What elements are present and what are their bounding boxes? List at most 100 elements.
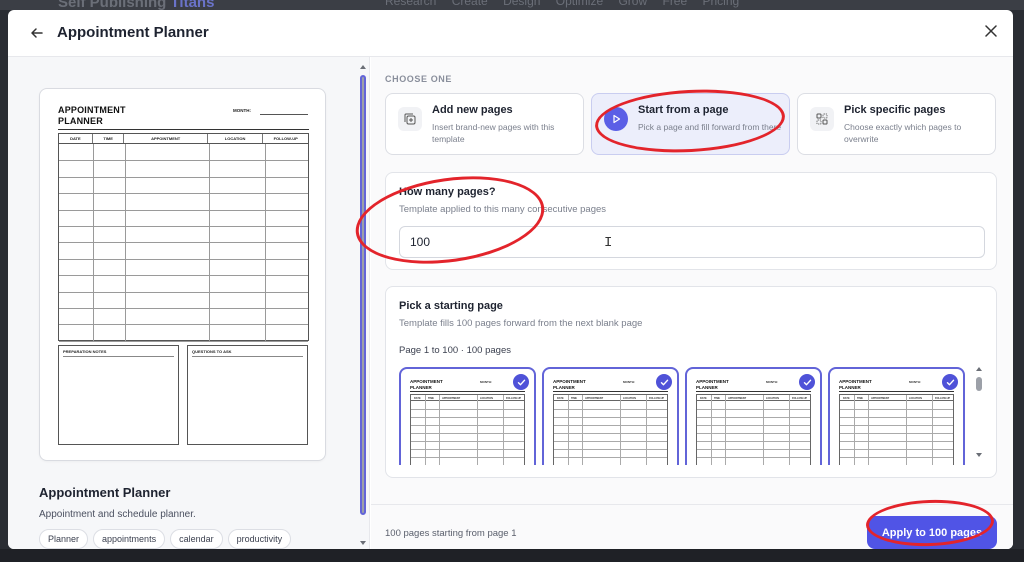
tag-chip[interactable]: calendar [170,529,223,549]
questions-label: QUESTIONS TO ASK [192,349,232,354]
page-thumbnail[interactable]: APPOINTMENT PLANNER MONTH: DATE TIME APPOINT… [828,367,965,465]
page-thumbnail[interactable]: APPOINTMENT PLANNER MONTH: DATE TIME APPOINT… [399,367,536,465]
planner-table-header: DATE TIME APPOINTMENT LOCATION FOLLOW-UP [59,134,308,144]
thumbnail-column-header: APPOINTMENT [728,396,747,400]
check-icon [942,374,958,390]
planner-page-preview: APPOINTMENT PLANNER MONTH: DATE TIME APP… [58,105,309,447]
thumbnail-row-line [554,441,667,442]
planner-column-header: LOCATION [208,134,264,143]
preview-scrollbar[interactable] [358,65,368,549]
close-icon [985,25,997,37]
close-button[interactable] [979,19,1003,43]
option-add-new-pages[interactable]: Add new pages Insert brand-new pages wit… [385,93,584,155]
planner-column-header: FOLLOW-UP [273,136,298,141]
thumbnail-rule [553,391,668,392]
thumbnail-column-header: LOCATION [623,396,636,400]
apply-summary: 100 pages starting from page 1 [385,528,517,539]
scrollbar-thumb[interactable] [976,377,982,391]
option-pick-specific-pages[interactable]: Pick specific pages Choose exactly which… [797,93,996,155]
thumbnail-month-label: MONTH: [766,380,778,384]
thumbnails-scrollbar[interactable] [974,365,984,461]
page-thumbnail[interactable]: APPOINTMENT PLANNER MONTH: DATE TIME APPOINT… [685,367,822,465]
scroll-down-icon[interactable] [360,541,366,545]
tag-chip[interactable]: productivity [227,529,292,549]
thumbnail-month-label: MONTH: [623,380,635,384]
thumbnail-column-line [906,395,907,465]
tag-chip[interactable]: appointments [93,529,166,549]
page-thumbnail[interactable]: APPOINTMENT PLANNER MONTH: DATE TIME APPOINT… [542,367,679,465]
grid-select-icon [810,107,834,131]
scroll-down-icon[interactable] [976,453,982,457]
background-nav-item: Design [503,0,541,8]
thumbnail-month-label: MONTH: [909,380,921,384]
thumbnail-row-line [840,433,953,434]
thumbnail-column-header: DATE [843,396,850,400]
thumbnail-title: APPOINTMENT PLANNER [553,379,586,390]
thumbnail-title: APPOINTMENT PLANNER [696,379,729,390]
thumbnail-row-line [840,449,953,450]
starting-page-title: Pick a starting page [399,300,503,312]
thumbnail-month-label: MONTH: [480,380,492,384]
thumbnail-column-header: FOLLOW-UP [506,396,522,400]
thumbnail-row-line [840,441,953,442]
background-bottom-bar [0,549,1024,562]
play-icon [604,107,628,131]
thumbnail-row-line [411,425,524,426]
thumbnail-column-line [425,395,426,465]
box-rule [192,356,303,357]
planner-column-line [209,144,210,341]
scroll-up-icon[interactable] [360,65,366,69]
background-nav: Research Create Design Optimize Grow Fre… [385,0,751,8]
arrow-left-icon [31,28,43,38]
thumbnail-rule [839,391,954,392]
thumbnail-table: DATE TIME APPOINTMENT LOCATION FOLLOW-UP [696,394,811,465]
scrollbar-thumb[interactable] [360,75,366,515]
thumbnail-row-line [411,457,524,458]
planner-row-line [59,275,308,277]
thumbnail-row-line [411,441,524,442]
background-nav-item: Create [451,0,488,8]
thumbnail-row-line [697,409,810,410]
page-thumbnails: APPOINTMENT PLANNER MONTH: DATE TIME APPOINT… [399,367,969,465]
tag-chip[interactable]: Planner [39,529,89,549]
how-many-description: Template applied to this many consecutiv… [399,204,607,215]
check-icon [513,374,529,390]
thumbnail-column-line [582,395,583,465]
apply-button[interactable]: Apply to 100 pages [867,516,997,549]
thumbnail-column-header: APPOINTMENT [442,396,461,400]
template-preview-card: APPOINTMENT PLANNER MONTH: DATE TIME APP… [39,88,326,461]
page-count-input[interactable] [399,226,985,258]
thumbnail-row-line [554,409,667,410]
thumbnail-table: DATE TIME APPOINTMENT LOCATION FOLLOW-UP [410,394,525,465]
option-description: Pick a page and fill forward from there [638,122,782,132]
thumbnail-column-line [477,395,478,465]
thumbnail-column-line [789,395,790,465]
thumbnail-column-header: DATE [414,396,421,400]
thumbnail-table-header: DATE TIME APPOINTMENT LOCATION FOLLOW-UP [411,395,524,401]
thumbnail-column-line [932,395,933,465]
back-button[interactable] [26,22,48,44]
thumbnail-title: APPOINTMENT PLANNER [839,379,872,390]
thumbnail-column-header: FOLLOW-UP [792,396,808,400]
option-title: Add new pages [432,104,513,116]
thumbnail-row-line [697,457,810,458]
scroll-up-icon[interactable] [976,367,982,371]
thumbnail-column-header: DATE [700,396,707,400]
thumbnail-column-header: LOCATION [480,396,493,400]
thumbnail-rule [696,391,811,392]
planner-column-header: APPOINTMENT [124,134,208,143]
thumbnail-column-line [439,395,440,465]
thumbnail-row-line [697,425,810,426]
template-preview-pane: APPOINTMENT PLANNER MONTH: DATE TIME APP… [8,57,370,549]
thumbnail-row-line [554,449,667,450]
thumbnail-column-header: TIME [428,396,434,400]
dialog-title: Appointment Planner [57,24,209,41]
thumbnail-table: DATE TIME APPOINTMENT LOCATION FOLLOW-UP [839,394,954,465]
option-start-from-page[interactable]: Start from a page Pick a page and fill f… [591,93,790,155]
option-description: Choose exactly which pages to overwrite [844,122,962,144]
box-rule [63,356,174,357]
background-nav-item: Grow [618,0,648,8]
thumbnail-column-header: TIME [571,396,577,400]
dialog-header: Appointment Planner [8,10,1013,57]
thumbnail-column-header: LOCATION [766,396,779,400]
